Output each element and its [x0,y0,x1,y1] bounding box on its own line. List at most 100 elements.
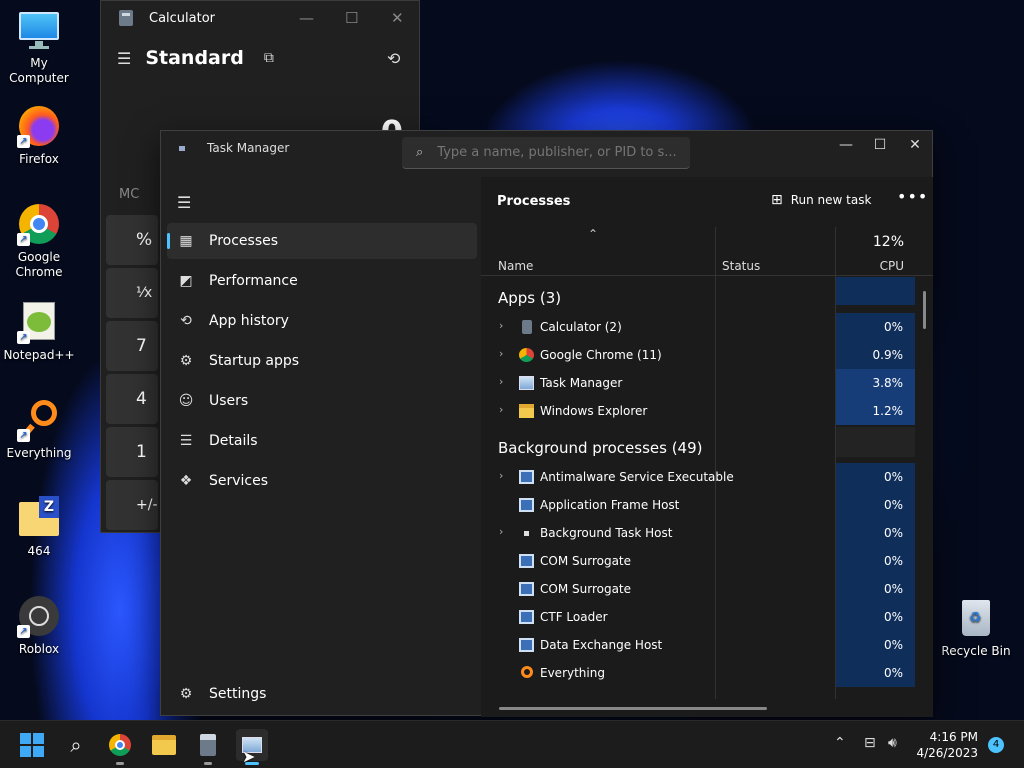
search-input[interactable] [437,145,678,160]
process-row[interactable]: Everything 0% [481,659,915,687]
process-name: Calculator (2) [540,320,622,334]
taskbar-file-explorer[interactable] [148,729,180,761]
process-row[interactable]: CTF Loader 0% [481,603,915,631]
show-hidden-icons-chevron-up-icon[interactable]: ⌃ [834,735,846,751]
clock-time: 4:16 PM [929,730,978,744]
desktop-icon-label: Roblox [18,642,60,656]
nav-processes[interactable]: ▦ Processes [167,223,477,259]
process-row[interactable]: Data Exchange Host 0% [481,631,915,659]
desktop-icon-notepad-plus-plus[interactable]: ↗ Notepad++ [0,300,78,363]
process-cpu: 0% [836,313,915,341]
search-button[interactable]: ⌕ [60,729,92,761]
process-row[interactable]: Application Frame Host 0% [481,491,915,519]
process-row[interactable]: › Antimalware Service Executable 0% [481,463,915,491]
nav-performance[interactable]: ◩ Performance [167,263,477,299]
desktop-icon-everything[interactable]: ↗ Everything [0,398,78,461]
close-button[interactable]: ✕ [898,133,932,157]
negate-key[interactable]: +/- [106,480,158,530]
history-icon[interactable]: ⟲ [387,49,400,68]
firefox-icon: ↗ [17,104,61,148]
search-box[interactable]: ⌕ [402,137,690,169]
process-row[interactable]: › Task Manager 3.8% [481,369,915,397]
process-row[interactable]: › Calculator (2) 0% [481,313,915,341]
menu-icon[interactable]: ☰ [117,49,131,68]
nav-services[interactable]: ❖ Services [167,463,477,499]
vertical-scrollbar[interactable] [923,291,926,329]
one-key[interactable]: 1 [106,427,158,477]
chevron-right-icon[interactable]: › [499,347,503,360]
nav-label: Details [209,433,258,449]
volume-icon[interactable]: 🔊︎ [888,735,897,751]
calculator-icon [200,734,216,756]
nav-startup-apps[interactable]: ⚙ Startup apps [167,343,477,379]
nav-label: Processes [209,233,279,249]
close-button[interactable]: ✕ [391,9,404,27]
process-cpu: 0% [836,575,915,603]
menu-icon[interactable]: ☰ [177,193,191,212]
network-icon[interactable]: ⊟ [864,735,876,751]
chevron-right-icon[interactable]: › [499,375,503,388]
minimize-button[interactable]: — [829,133,863,157]
chevron-right-icon[interactable]: › [499,403,503,416]
notification-badge[interactable]: 4 [988,737,1004,753]
chrome-icon [519,348,534,362]
recycle-bin-icon: ♻ [954,596,998,640]
seven-key[interactable]: 7 [106,321,158,371]
process-cpu: 0% [836,491,915,519]
nav-settings[interactable]: ⚙ Settings [167,676,477,712]
desktop-icon-my-computer[interactable]: My Computer [0,8,78,86]
process-row[interactable]: › Windows Explorer 1.2% [481,397,915,425]
task-manager-icon [519,376,534,390]
clock[interactable]: 4:16 PM 4/26/2023 [910,729,978,761]
app-window-icon [519,554,534,568]
folder-icon [519,404,534,418]
desktop-icon-roblox[interactable]: ↗ Roblox [0,594,78,657]
percent-key[interactable]: % [106,215,158,265]
column-name[interactable]: Name [498,259,533,273]
calculator-icon [522,320,532,334]
process-name: Google Chrome (11) [540,348,662,362]
process-row[interactable]: COM Surrogate 0% [481,547,915,575]
keep-on-top-icon[interactable]: ⧉ [264,50,274,66]
memory-clear-button[interactable]: MC [119,187,139,202]
history-icon: ⟲ [180,313,192,329]
chevron-right-icon[interactable]: › [499,525,503,538]
folder-icon [152,735,176,755]
taskbar-calculator[interactable] [192,729,224,765]
nav-details[interactable]: ☰ Details [167,423,477,459]
maximize-button[interactable]: ☐ [345,9,358,27]
desktop-icon-chrome[interactable]: ↗ Google Chrome [0,202,78,280]
desktop-icon-recycle-bin[interactable]: ♻ Recycle Bin [934,596,1018,659]
desktop-icon-label: Notepad++ [3,348,75,362]
more-options-icon[interactable]: ••• [897,187,928,206]
reciprocal-key[interactable]: ¹⁄x [106,268,158,318]
nav-users[interactable]: ☺ Users [167,383,477,419]
nav-label: Users [209,393,249,409]
process-name: Everything [540,666,605,680]
calculator-icon [119,10,133,26]
four-key[interactable]: 4 [106,374,158,424]
chevron-right-icon[interactable]: › [499,469,503,482]
column-status[interactable]: Status [722,259,760,273]
notepad-plus-plus-icon: ↗ [17,300,61,344]
desktop-icon-firefox[interactable]: ↗ Firefox [0,104,78,167]
chevron-right-icon[interactable]: › [499,319,503,332]
task-manager-titlebar[interactable]: Task Manager [179,141,289,155]
maximize-button[interactable]: ☐ [863,133,897,157]
nav-app-history[interactable]: ⟲ App history [167,303,477,339]
processes-icon: ▦ [179,233,193,249]
process-name: Windows Explorer [540,404,648,418]
start-button[interactable] [16,729,48,761]
process-name: Antimalware Service Executable [540,470,734,484]
column-cpu[interactable]: CPU [836,259,904,273]
process-row[interactable]: COM Surrogate 0% [481,575,915,603]
horizontal-scrollbar[interactable] [499,707,767,710]
calculator-title: Calculator [149,10,216,26]
taskbar-chrome[interactable] [104,729,136,765]
process-row[interactable]: › Google Chrome (11) 0.9% [481,341,915,369]
desktop-icon-464[interactable]: Z 464 [0,496,78,559]
run-new-task-button[interactable]: ⊞ Run new task [771,192,871,208]
process-row[interactable]: › Background Task Host 0% [481,519,915,547]
minimize-button[interactable]: — [299,9,314,27]
calculator-titlebar[interactable]: Calculator [101,1,419,35]
